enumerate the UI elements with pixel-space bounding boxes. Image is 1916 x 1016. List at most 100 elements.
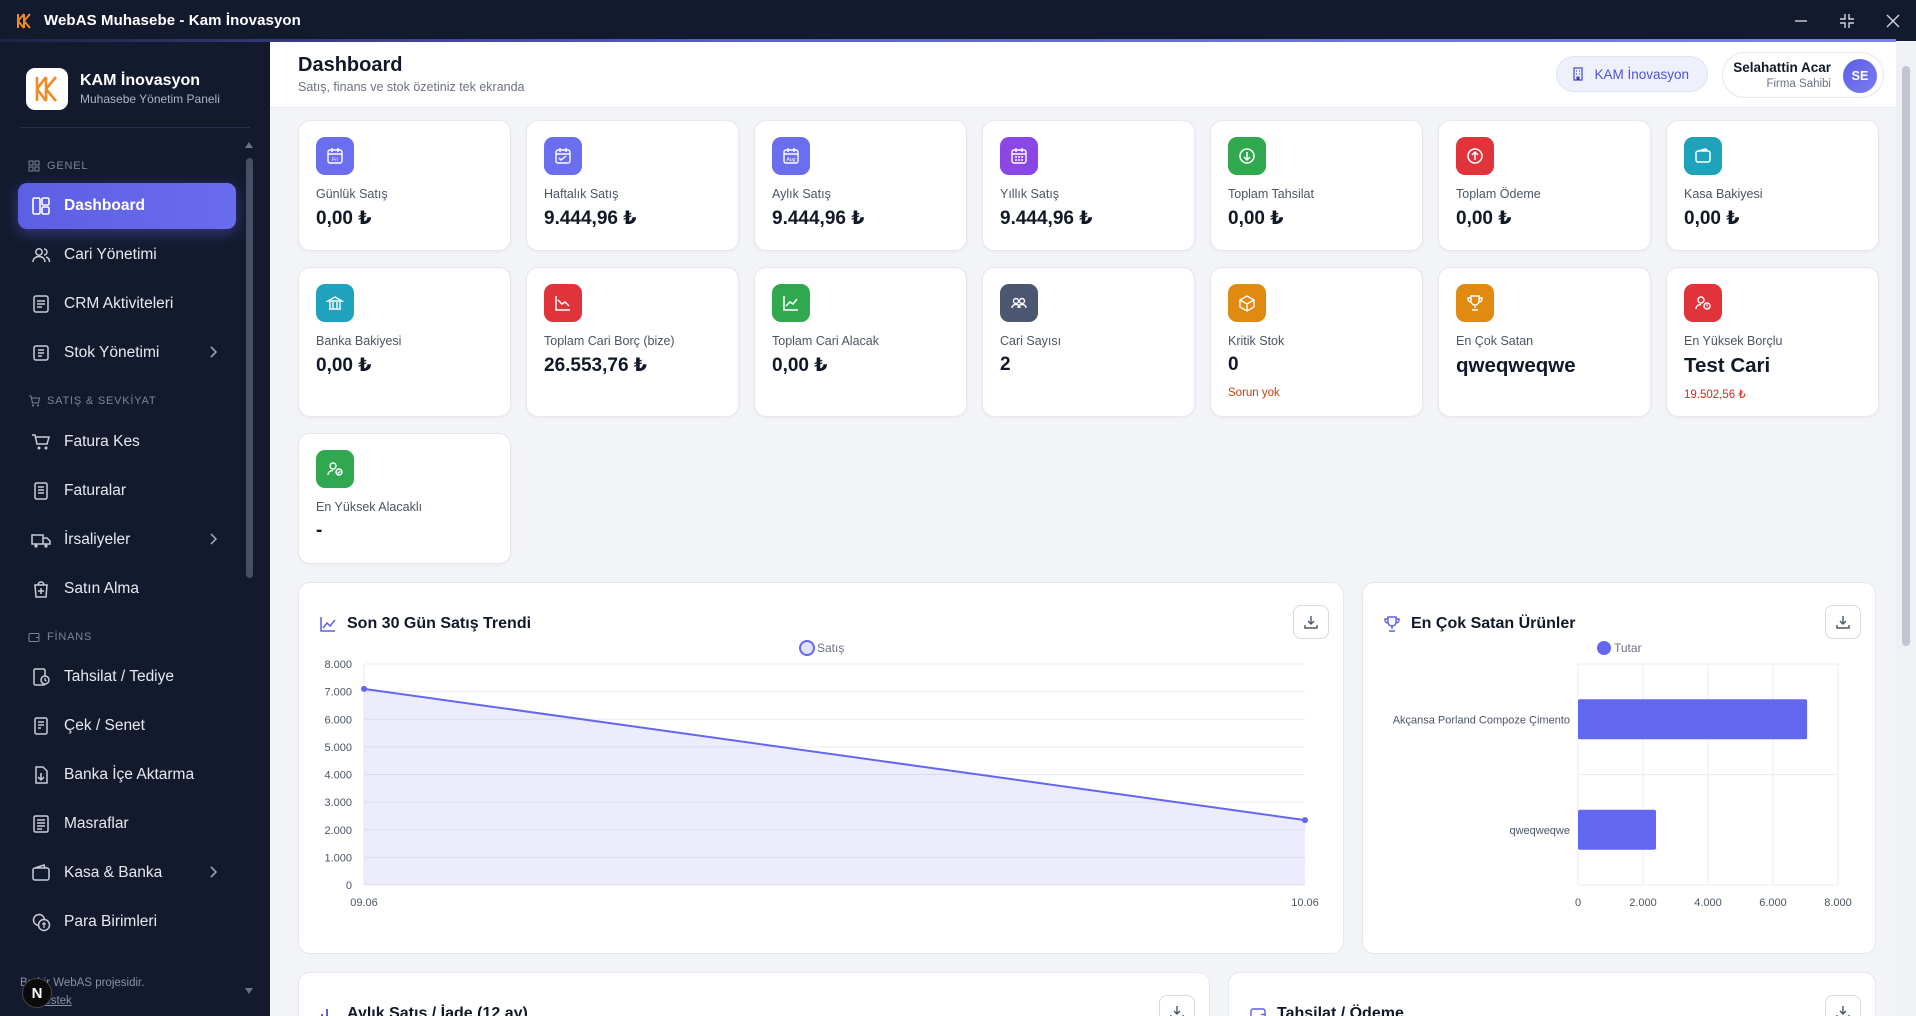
sidebar-item-cari-yonetimi[interactable]: Cari Yönetimi: [18, 232, 236, 278]
stat-card[interactable]: Kritik Stok 0 Sorun yok: [1210, 267, 1423, 417]
minimize-button[interactable]: [1778, 0, 1824, 41]
next-dev-badge-icon[interactable]: N: [22, 978, 52, 1008]
avatar[interactable]: SE: [1843, 59, 1877, 93]
section-label: SATIŞ & SEVKİYAT: [47, 395, 157, 407]
bank-icon: [316, 284, 354, 322]
sidebar-item-satin-alma[interactable]: Satın Alma: [18, 566, 236, 612]
y-tick-label: 0: [346, 880, 352, 892]
chevron-right-icon: [208, 345, 218, 364]
stat-card[interactable]: En Yüksek Alacaklı -: [298, 433, 511, 564]
download-button[interactable]: [1825, 605, 1861, 639]
stat-card[interactable]: En Çok Satan qweqweqwe: [1438, 267, 1651, 417]
scroll-down-icon[interactable]: [245, 988, 253, 994]
stat-label: Cari Sayısı: [1000, 334, 1062, 348]
stat-card[interactable]: Banka Bakiyesi 0,00 ₺: [298, 267, 511, 417]
sidebar-item-cek-senet[interactable]: Çek / Senet: [18, 703, 236, 749]
stat-card[interactable]: Yıllık Satış 9.444,96 ₺: [982, 120, 1195, 251]
sidebar-item-irsaliyeler[interactable]: İrsaliyeler: [18, 517, 236, 563]
stat-label: Toplam Tahsilat: [1228, 187, 1314, 201]
user-menu[interactable]: Selahattin Acar Firma Sahibi SE: [1722, 52, 1884, 98]
download-button[interactable]: [1159, 995, 1195, 1016]
brand[interactable]: KAM İnovasyon Muhasebe Yönetim Paneli: [26, 68, 220, 110]
sidebar-scrollbar[interactable]: [245, 142, 253, 994]
x-tick-label: 2.000: [1629, 897, 1657, 909]
stat-card[interactable]: Toplam Tahsilat 0,00 ₺: [1210, 120, 1423, 251]
sidebar-item-faturalar[interactable]: Faturalar: [18, 468, 236, 514]
user-check-icon: [316, 450, 354, 488]
stat-value: 0,00 ₺: [316, 355, 372, 376]
sidebar-item-kasa-banka[interactable]: Kasa & Banka: [18, 850, 236, 896]
main-scrollbar[interactable]: [1896, 42, 1916, 1016]
page-subtitle: Satış, finans ve stok özetiniz tek ekran…: [298, 80, 525, 94]
user-name: Selahattin Acar: [1733, 60, 1831, 75]
panel-title: Aylık Satış / İade (12 ay): [319, 1005, 528, 1016]
stat-card[interactable]: Haftalık Satış 9.444,96 ₺: [526, 120, 739, 251]
cheque-icon: [30, 715, 52, 737]
close-button[interactable]: [1870, 0, 1916, 41]
section-label: GENEL: [47, 160, 89, 172]
sidebar-item-banka-ice-aktarma[interactable]: Banka İçe Aktarma: [18, 752, 236, 798]
y-tick-label: 8.000: [324, 659, 352, 671]
stat-value: 9.444,96 ₺: [1000, 208, 1093, 229]
svg-text:Fri: Fri: [332, 157, 338, 163]
bar: [1578, 699, 1808, 740]
category-label: Akçansa Porland Compoze Çimento: [1393, 714, 1570, 726]
sidebar-item-label: Masraflar: [64, 815, 129, 832]
calendar-week-icon: [544, 137, 582, 175]
user-alert-icon: [1684, 284, 1722, 322]
stat-label: En Yüksek Borçlu: [1684, 334, 1783, 348]
y-tick-label: 2.000: [324, 825, 352, 837]
download-button[interactable]: [1825, 995, 1861, 1016]
legend-label: Satış: [817, 641, 844, 655]
stat-card[interactable]: Cari Sayısı 2: [982, 267, 1195, 417]
stat-label: En Çok Satan: [1456, 334, 1534, 348]
stat-card[interactable]: Toplam Cari Alacak 0,00 ₺: [754, 267, 967, 417]
trend-up-icon: [772, 284, 810, 322]
sidebar-item-stok-yonetimi[interactable]: Stok Yönetimi: [18, 330, 236, 376]
sidebar-item-label: Tahsilat / Tediye: [64, 668, 174, 685]
stat-card[interactable]: Aug Aylık Satış 9.444,96 ₺: [754, 120, 967, 251]
wallet-icon: [1250, 1008, 1266, 1016]
sidebar-item-label: Satın Alma: [64, 580, 139, 597]
footer-link[interactable]: Destek: [36, 995, 144, 1007]
section-genel: GENEL: [28, 160, 88, 172]
stat-card[interactable]: En Yüksek Borçlu Test Cari 19.502,56 ₺: [1666, 267, 1879, 417]
sidebar-item-masraflar[interactable]: Masraflar: [18, 801, 236, 847]
company-selector[interactable]: KAM İnovasyon: [1556, 56, 1708, 92]
panel-title: Son 30 Gün Satış Trendi: [319, 615, 531, 633]
stat-value: Test Cari: [1684, 354, 1771, 377]
company-name: KAM İnovasyon: [1594, 66, 1689, 82]
y-tick-label: 7.000: [324, 687, 352, 699]
stat-label: Banka Bakiyesi: [316, 334, 402, 348]
stat-value: qweqweqwe: [1456, 354, 1576, 377]
page-header: Dashboard Satış, finans ve stok özetiniz…: [270, 42, 1896, 108]
restore-button[interactable]: [1824, 0, 1870, 41]
scrollbar-thumb[interactable]: [246, 158, 253, 578]
panel-title-text: En Çok Satan Ürünler: [1411, 615, 1576, 632]
sidebar-item-fatura-kes[interactable]: Fatura Kes: [18, 419, 236, 465]
sidebar-item-crm-aktiviteleri[interactable]: CRM Aktiviteleri: [18, 281, 236, 327]
minimize-icon: [1795, 19, 1807, 22]
stat-card[interactable]: Fri Günlük Satış 0,00 ₺: [298, 120, 511, 251]
stat-card[interactable]: Toplam Cari Borç (bize) 26.553,76 ₺: [526, 267, 739, 417]
coins-icon: [30, 911, 52, 933]
download-button[interactable]: [1293, 605, 1329, 639]
stat-card[interactable]: Kasa Bakiyesi 0,00 ₺: [1666, 120, 1879, 251]
app-logo-icon: [12, 9, 36, 33]
sidebar-item-label: CRM Aktiviteleri: [64, 295, 174, 312]
sidebar-item-tahsilat-tediye[interactable]: Tahsilat / Tediye: [18, 654, 236, 700]
sidebar-item-dashboard[interactable]: Dashboard: [18, 183, 236, 229]
bar: [1578, 809, 1656, 850]
scroll-up-icon[interactable]: [245, 142, 253, 148]
scrollbar-thumb[interactable]: [1902, 66, 1910, 646]
stat-label: Toplam Ödeme: [1456, 187, 1541, 201]
stat-card[interactable]: Toplam Ödeme 0,00 ₺: [1438, 120, 1651, 251]
brand-name: KAM İnovasyon: [80, 72, 201, 89]
brand-subtitle: Muhasebe Yönetim Paneli: [80, 92, 220, 106]
sidebar-item-para-birimleri[interactable]: Para Birimleri: [18, 899, 236, 945]
divider: [20, 127, 250, 128]
stat-value: 0: [1228, 354, 1239, 375]
stat-value: 0,00 ₺: [1456, 208, 1512, 229]
wallet-icon: [30, 862, 52, 884]
top-products-chart: Tutar 0 2.000 4.000 6.000 8.000 Akçansa Porlan…: [1393, 641, 1852, 909]
